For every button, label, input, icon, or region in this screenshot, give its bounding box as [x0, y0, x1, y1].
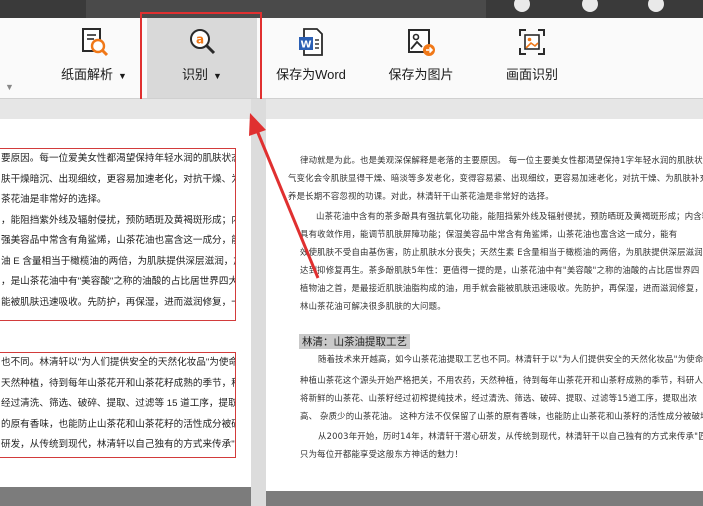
result-line: 养是长期不容忽视的功课。对此，林清轩干山茶花油是非常好的选择。 — [288, 191, 554, 201]
result-line: 从2003年开始，历时14年，林清轩干潜心研发，从传统到现代，林清轩干以自己独有… — [318, 431, 703, 441]
paper-analysis-caret: ▼ — [118, 71, 127, 81]
result-line: 植物油之首，是最接近肌肤油脂构成的油，用手就会能被肌肤迅速吸收。先防护，再保湿，… — [300, 283, 703, 293]
result-line: 只为每位开都能享受这般东方神话的魅力！ — [300, 449, 463, 459]
paper-analysis-label: 纸面解析 — [61, 67, 114, 82]
text-line: 能被肌肤迅速吸收。先防护，再保湿，进而滋润修复，一瓶林清 — [1, 296, 235, 308]
text-line: 经过清洗、筛选、破碎、提取、过滤等 15 道工序，提取出浓度 — [1, 398, 236, 409]
result-line: 林山茶花油可解决很多肌肤的大问题。 — [300, 301, 446, 311]
result-line: 将新鲜的山茶花、山茶籽经过初榨提纯技术，经过清洗、筛选、破碎、提取、过滤等15道… — [300, 393, 697, 403]
svg-text:W: W — [300, 40, 311, 51]
result-line: 律动就是为此。也是美观深保解释是老落的主要原因。 每一位主要美女性都渴望保持1字… — [300, 155, 703, 165]
text-line: ，能阻挡紫外线及辐射侵扰，预防晒斑及黄褐斑形成；内含糅质 — [1, 214, 235, 226]
save-as-image-button[interactable]: 保存为图片 — [372, 18, 470, 98]
recognize-highlight-box — [140, 12, 262, 102]
result-line: 气变化会令肌肤显得干燥、暗淡等多发老化，变得容易紧、出现细纹，更容易加速老化，对… — [288, 173, 703, 183]
left-dropdown-caret[interactable]: ▼ — [5, 82, 14, 92]
result-line: 具有收敛作用，能调节肌肤屏障功能；保湿美容品中常含有角鲨烯，山茶花油也富含这一成… — [300, 229, 678, 239]
paper-analysis-button[interactable]: 纸面解析 ▼ — [45, 18, 143, 98]
original-page: 要原因。每一位爱美女性都渴望保持年轻水润的肌肤状态，但大 肤干燥暗沉、出现细纹，… — [0, 119, 251, 487]
result-line: 达到抑修复再生。茶多酚肌肤5年性：更值得一提的是，山茶花油中有"美容酸"之称的油… — [300, 265, 700, 275]
save-image-icon — [408, 29, 435, 56]
result-line: 山茶花油中含有的茶多酚具有强抗氧化功能，能阻挡紫外线及辐射侵扰，预防晒斑及黄褐斑… — [316, 211, 703, 221]
window-control-icon[interactable] — [648, 0, 664, 12]
recognized-page: 律动就是为此。也是美观深保解释是老落的主要原因。 每一位主要美女性都渴望保持1字… — [266, 119, 703, 491]
text-line: 也不同。林清轩以"为人们提供安全的天然化妆品"为使命，从 — [1, 357, 236, 368]
result-line: 种植山茶花这个源头开始严格把关，不用农药，天然种植，待到每年山茶花开和山茶籽成熟… — [300, 375, 703, 385]
text-line: ，是山茶花油中有"美容酸"之称的油酸的占比居世界四大木本 — [1, 276, 236, 287]
paper-search-icon — [82, 28, 109, 57]
text-line: 茶花油是非常好的选择。 — [1, 194, 107, 205]
text-line: 要原因。每一位爱美女性都渴望保持年轻水润的肌肤状态，但大 — [1, 153, 235, 164]
word-doc-icon: W — [299, 28, 323, 56]
page-bottom-area — [0, 487, 251, 506]
screen-recognize-button[interactable]: 画面识别 — [490, 18, 574, 98]
text-line: 肤干燥暗沉、出现细纹，更容易加速老化，对抗干燥、为肌肤补充营 — [1, 173, 235, 185]
page-bottom-area — [266, 491, 703, 506]
user-avatar-icon[interactable] — [514, 0, 530, 12]
text-line: 油 E 含量相当于橄榄油的两倍，为肌肤提供深层滋润，加 — [1, 255, 236, 267]
save-as-word-label: 保存为Word — [276, 67, 346, 82]
window-title-bar — [0, 0, 703, 18]
page-strip — [0, 99, 703, 119]
text-line: 天然种植，待到每年山茶花开和山茶花籽成熟的季节，科研人员 — [1, 377, 235, 389]
text-line: 的原有香味，也能防止山茶花和山茶花籽的活性成分被破坏。 — [1, 418, 236, 430]
screen-recognize-icon — [519, 29, 545, 55]
section-heading: 林清：山茶油提取工艺 — [299, 334, 410, 349]
result-line: 随着技术来开越高，如今山茶花油提取工艺也不同。林清轩于以"为人们提供安全的天然化… — [318, 354, 703, 364]
page-splitter[interactable] — [251, 99, 266, 506]
toolbar: ▼ 纸面解析 ▼ a 识别 ▼ W 保存为Word 保存为图片 画面识别 — [0, 18, 703, 99]
text-region-2[interactable]: 也不同。林清轩以"为人们提供安全的天然化妆品"为使命，从 天然种植，待到每年山茶… — [0, 352, 236, 458]
result-line: 高、 杂质少的山茶花油。 这种方法不仅保留了山茶的原有香味，也能防止山茶花和山茶… — [300, 411, 703, 421]
text-region-1[interactable]: 要原因。每一位爱美女性都渴望保持年轻水润的肌肤状态，但大 肤干燥暗沉、出现细纹，… — [0, 148, 236, 321]
result-line: 效使肌肤不受自由基伤害，防止肌肤水分丧失；天然生素 E含量相当于橄榄油的两倍，为… — [300, 247, 703, 257]
text-line: 研发，从传统到现代，林清轩以自己独有的方式来传承"匠心"， — [1, 439, 235, 450]
save-as-word-button[interactable]: W 保存为Word — [264, 18, 358, 98]
window-control-icon[interactable] — [582, 0, 598, 12]
save-as-image-label: 保存为图片 — [388, 67, 454, 82]
text-line: 强美容品中常含有角鲨烯，山茶花油也富含这一成分，能有效 — [1, 235, 236, 246]
screen-recognize-label: 画面识别 — [505, 67, 558, 82]
